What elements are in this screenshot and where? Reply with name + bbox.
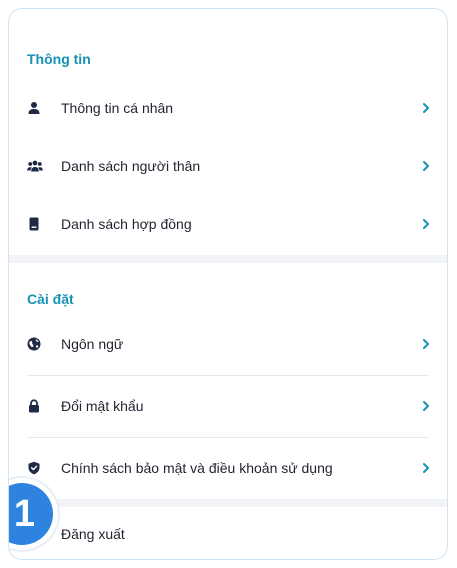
people-group-icon bbox=[27, 160, 43, 172]
shield-icon bbox=[28, 461, 40, 475]
menu-item-change-password[interactable]: Đổi mật khẩu bbox=[9, 377, 447, 435]
logout-button[interactable]: Đăng xuất bbox=[9, 505, 447, 559]
menu-item-label: Chính sách bảo mật và điều khoản sử dụng bbox=[61, 460, 333, 476]
globe-icon bbox=[27, 337, 41, 351]
chevron-right-icon bbox=[423, 161, 429, 171]
menu-item-label: Thông tin cá nhân bbox=[61, 100, 174, 116]
chevron-right-icon bbox=[423, 339, 429, 349]
menu-item-language[interactable]: Ngôn ngữ bbox=[9, 315, 447, 373]
row-divider bbox=[27, 375, 429, 376]
chevron-right-icon bbox=[423, 401, 429, 411]
chevron-right-icon bbox=[423, 463, 429, 473]
chevron-right-icon bbox=[423, 103, 429, 113]
section-title-info: Thông tin bbox=[27, 51, 91, 67]
menu-item-personal-info[interactable]: Thông tin cá nhân bbox=[9, 79, 447, 137]
section-title-settings: Cài đặt bbox=[27, 291, 74, 307]
lock-icon bbox=[29, 399, 39, 413]
account-menu-card: Thông tin Thông tin cá nhân Danh sách ng… bbox=[8, 8, 448, 560]
logout-label: Đăng xuất bbox=[61, 526, 125, 542]
chevron-right-icon bbox=[423, 219, 429, 229]
menu-item-label: Đổi mật khẩu bbox=[61, 398, 144, 414]
menu-item-label: Ngôn ngữ bbox=[61, 336, 124, 352]
section-separator bbox=[9, 255, 447, 263]
menu-item-label: Danh sách người thân bbox=[61, 158, 201, 174]
person-icon bbox=[28, 102, 40, 114]
contract-document-icon bbox=[29, 217, 39, 231]
menu-item-contracts-list[interactable]: Danh sách hợp đồng bbox=[9, 195, 447, 253]
menu-item-relatives-list[interactable]: Danh sách người thân bbox=[9, 137, 447, 195]
menu-item-privacy-policy[interactable]: Chính sách bảo mật và điều khoản sử dụng bbox=[9, 439, 447, 497]
menu-item-label: Danh sách hợp đồng bbox=[61, 216, 192, 232]
row-divider bbox=[27, 437, 429, 438]
